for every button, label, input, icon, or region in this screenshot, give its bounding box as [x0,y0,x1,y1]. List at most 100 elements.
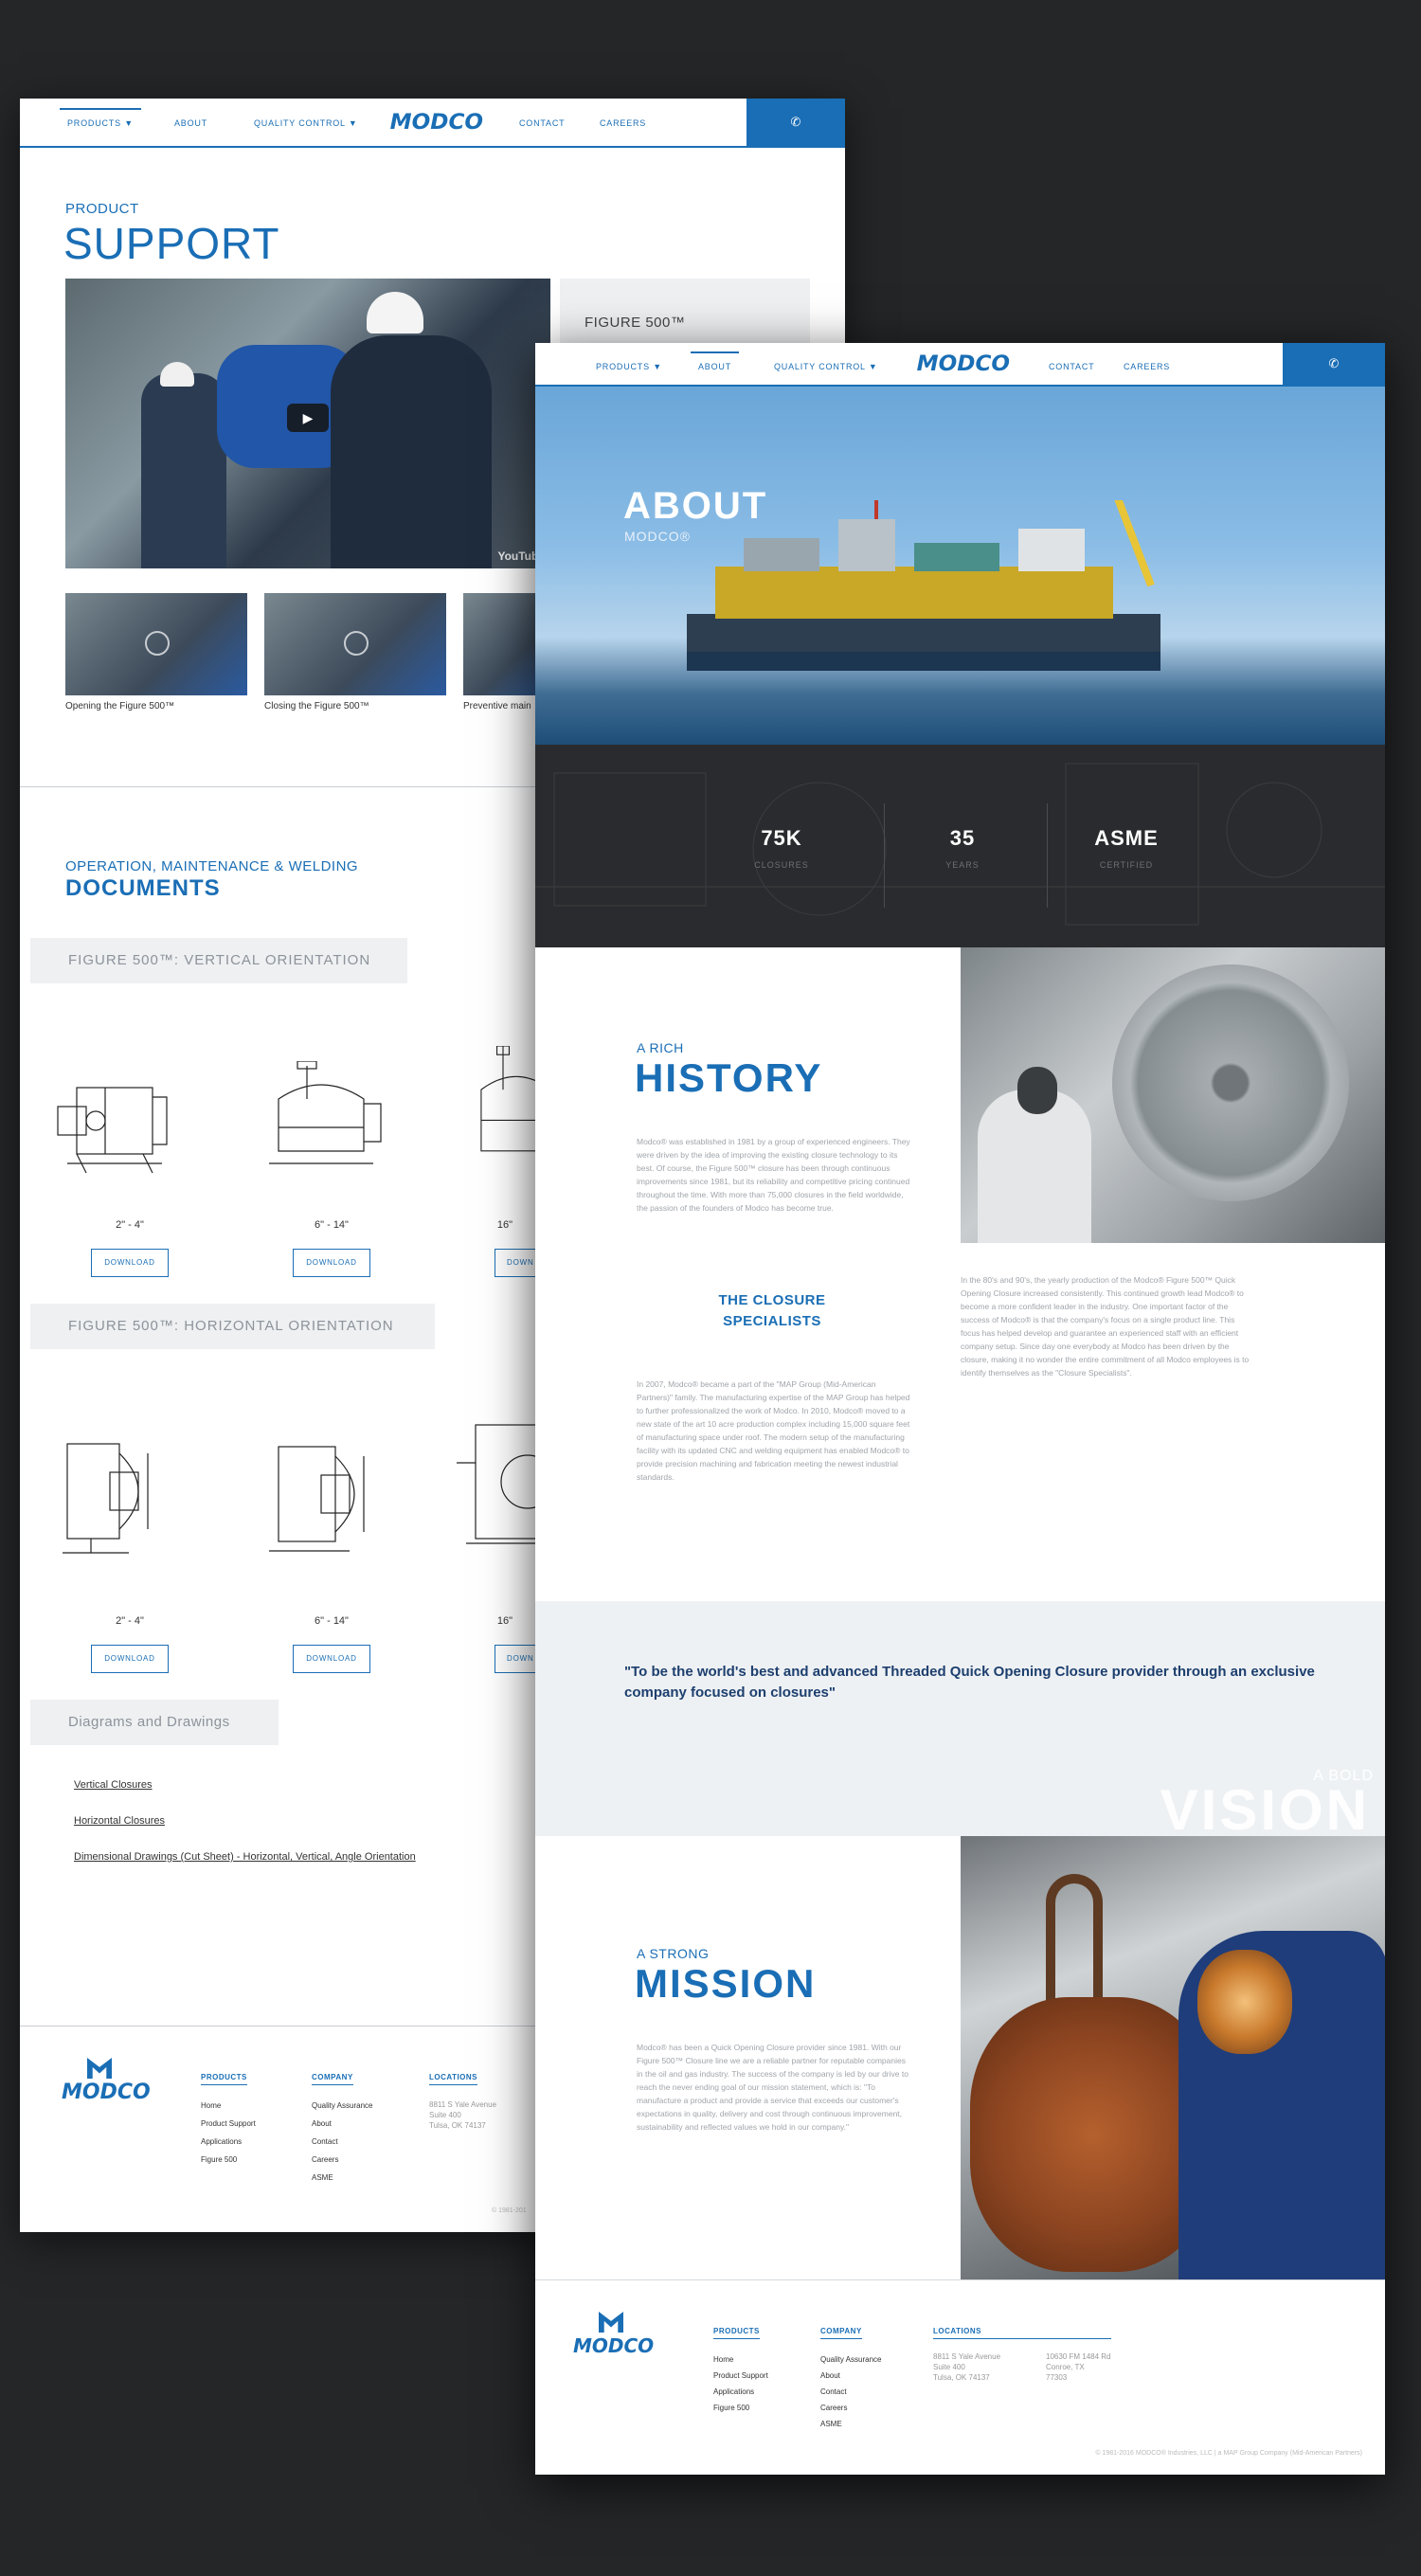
hero-title: ABOUT [623,485,768,527]
thumbnail-caption: Opening the Figure 500™ [65,701,175,712]
horizontal-drawing [53,1434,176,1558]
vertical-drawing [250,1060,392,1175]
figure-panel[interactable]: FIGURE 500™ [560,279,810,345]
copyright: © 1981-201 [492,2207,527,2214]
footer-link-product-support[interactable]: Product Support [201,2119,256,2128]
size-label: 6" - 14" [315,1615,349,1627]
nav-quality-control[interactable]: QUALITY CONTROL ▼ [254,118,358,128]
address-line: 10630 FM 1484 Rd [1046,2352,1111,2361]
stats-bar: 75K CLOSURES 35 YEARS ASME CERTIFIED [535,745,1385,947]
nav-contact[interactable]: CONTACT [1049,362,1094,371]
footer-link-quality-assurance[interactable]: Quality Assurance [312,2101,372,2110]
nav-contact[interactable]: CONTACT [519,118,565,128]
footer-logo[interactable]: MODCO [573,2312,654,2357]
nav-about[interactable]: ABOUT [690,351,740,371]
vertical-closures-link[interactable]: Vertical Closures [74,1779,153,1791]
footer-link-careers[interactable]: Careers [820,2404,847,2412]
horizontal-drawing [260,1432,383,1556]
footer-link-about[interactable]: About [312,2119,332,2128]
thumbnail-caption: Preventive main [463,701,531,712]
mission-paragraph: Modco® has been a Quick Opening Closure … [637,2043,908,2132]
size-label: 16" [496,1219,513,1231]
address-line: Tulsa, OK 74137 [933,2373,990,2382]
horizontal-closures-link[interactable]: Horizontal Closures [74,1815,165,1827]
hero-subtitle: MODCO® [624,529,691,544]
history-kicker: A RICH [637,1040,684,1055]
figure-panel-label: FIGURE 500™ [585,315,686,331]
address-line: 8811 S Yale Avenue [933,2352,1001,2361]
footer-link-product-support[interactable]: Product Support [713,2371,768,2380]
nav-products[interactable]: PRODUCTS ▼ [60,108,141,128]
nav-quality-control[interactable]: QUALITY CONTROL ▼ [774,362,878,371]
horizontal-orientation-tab: FIGURE 500™: HORIZONTAL ORIENTATION [30,1304,435,1349]
footer-link-contact[interactable]: Contact [312,2137,338,2146]
download-button[interactable]: DOWNLOAD [293,1645,370,1673]
history-paragraph: Modco® was established in 1981 by a grou… [637,1137,910,1213]
page-kicker: PRODUCT [65,201,139,217]
footer-link-figure-500[interactable]: Figure 500 [201,2155,237,2164]
download-button[interactable]: DOWNLOAD [91,1249,169,1277]
modco-logo[interactable]: MODCO [917,352,1010,376]
play-icon [145,631,170,656]
top-navigation: PRODUCTS ▼ ABOUT QUALITY CONTROL ▼ MODCO… [535,343,1385,387]
footer-products-heading: PRODUCTS [201,2073,247,2085]
nav-about[interactable]: ABOUT [174,118,207,128]
footer-link-home[interactable]: Home [201,2101,221,2110]
play-icon[interactable]: ▶ [287,404,329,432]
footer-link-contact[interactable]: Contact [820,2387,847,2396]
footer-locations-heading: LOCATIONS [933,2327,1111,2339]
play-icon [344,631,369,656]
footer-company-heading: COMPANY [820,2327,862,2339]
footer-link-home[interactable]: Home [713,2355,733,2364]
nav-careers[interactable]: CAREERS [600,118,646,128]
footer-address: 8811 S Yale Avenue Suite 400 Tulsa, OK 7… [933,2351,1000,2383]
download-button[interactable]: DOWNLOAD [91,1645,169,1673]
documents-kicker: OPERATION, MAINTENANCE & WELDING [65,858,359,874]
stat-closures: 75K CLOSURES [725,826,838,870]
copyright: © 1981-2016 MODCO® Industries, LLC | a M… [1095,2450,1362,2457]
footer-logo-text: MODCO [62,2081,151,2104]
photo-welding-mask [1197,1950,1292,2054]
about-hero: ABOUT MODCO® [535,387,1385,745]
nav-products[interactable]: PRODUCTS ▼ [596,362,662,371]
phone-button[interactable]: ✆ [1283,343,1385,387]
divider [535,2279,1385,2280]
address-line: Suite 400 [429,2111,461,2119]
history-paragraph-2: In the 80's and 90's, the yearly product… [961,1275,1250,1378]
history-title: HISTORY [635,1055,823,1100]
footer-link-about[interactable]: About [820,2371,840,2380]
modco-logo[interactable]: MODCO [390,111,483,135]
stat-years: 35 YEARS [906,826,1019,870]
footer-logo[interactable]: MODCO [62,2058,151,2104]
download-button[interactable]: DOWNLOAD [293,1249,370,1277]
phone-button[interactable]: ✆ [746,99,845,148]
specialists-title: THE CLOSURE SPECIALISTS [718,1292,826,1329]
mission-title: MISSION [635,1961,817,2006]
thumbnail-caption: Closing the Figure 500™ [264,701,369,712]
stat-certified: ASME CERTIFIED [1070,826,1183,870]
address-line: Conroe, TX [1046,2363,1085,2371]
video-frame-worker [331,335,492,568]
address-line: 8811 S Yale Avenue [429,2100,497,2109]
nav-careers[interactable]: CAREERS [1124,362,1170,371]
dimensional-drawings-link[interactable]: Dimensional Drawings (Cut Sheet) - Horiz… [74,1851,416,1863]
video-thumbnail[interactable] [65,593,247,695]
modco-m-icon [599,2312,623,2333]
about-page: PRODUCTS ▼ ABOUT QUALITY CONTROL ▼ MODCO… [535,343,1385,2475]
footer-link-quality-assurance[interactable]: Quality Assurance [820,2355,881,2364]
footer-link-applications[interactable]: Applications [201,2137,242,2146]
address-line: 77303 [1046,2373,1068,2382]
footer-link-applications[interactable]: Applications [713,2387,754,2396]
footer-link-figure-500[interactable]: Figure 500 [713,2404,749,2412]
footer-logo-text: MODCO [573,2334,655,2357]
vertical-orientation-tab: FIGURE 500™: VERTICAL ORIENTATION [30,938,407,983]
footer-link-asme[interactable]: ASME [820,2420,842,2428]
phone-icon: ✆ [790,115,801,129]
footer-link-careers[interactable]: Careers [312,2155,338,2164]
video-player[interactable]: ▶ YouTube [65,279,550,568]
video-thumbnail[interactable] [264,593,446,695]
stat-value: ASME [1094,826,1159,850]
page-title: SUPPORT [63,219,280,268]
top-navigation: PRODUCTS ▼ ABOUT QUALITY CONTROL ▼ MODCO… [20,99,845,148]
footer-link-asme[interactable]: ASME [312,2173,333,2182]
